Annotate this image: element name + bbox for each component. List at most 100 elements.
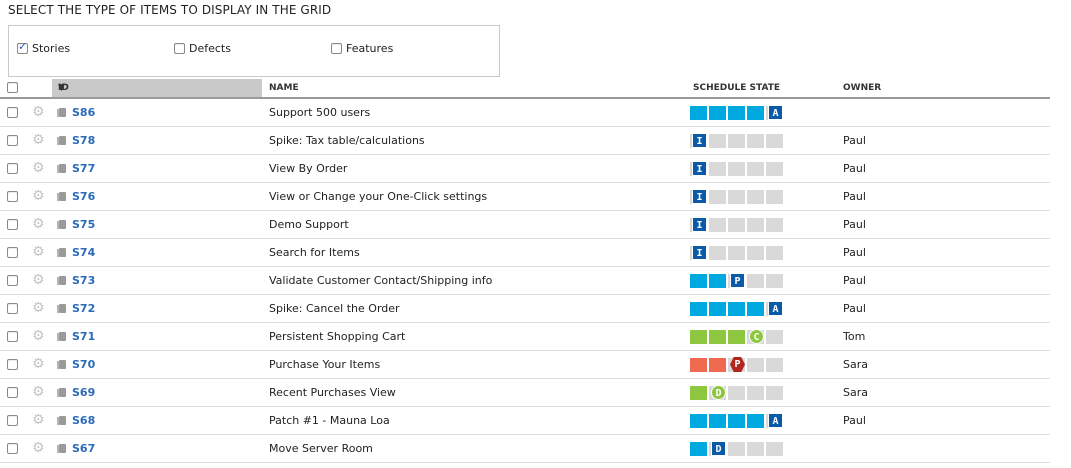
schedule-state-segment[interactable] (728, 330, 745, 344)
gear-icon[interactable]: ⚙ (32, 412, 45, 428)
row-checkbox[interactable] (7, 163, 18, 174)
table-row[interactable]: ⚙ S69 Recent Purchases View D Sara (0, 379, 1050, 407)
schedule-state-segment[interactable] (747, 106, 764, 120)
table-row[interactable]: ⚙ S76 View or Change your One-Click settin… (0, 183, 1050, 211)
schedule-state-segment[interactable] (728, 442, 745, 456)
gear-icon[interactable]: ⚙ (32, 188, 45, 204)
schedule-state-segment[interactable] (690, 358, 707, 372)
schedule-state-segment[interactable] (690, 442, 707, 456)
gear-icon[interactable]: ⚙ (32, 104, 45, 120)
story-id-link[interactable]: S78 (72, 134, 95, 147)
schedule-state-bar[interactable]: D (690, 441, 786, 456)
schedule-state-bar[interactable]: I (690, 133, 786, 148)
schedule-state-segment[interactable] (728, 218, 745, 232)
schedule-state-segment[interactable] (709, 106, 726, 120)
schedule-state-segment[interactable] (709, 330, 726, 344)
schedule-state-segment[interactable] (728, 106, 745, 120)
gear-icon[interactable]: ⚙ (32, 216, 45, 232)
schedule-state-segment[interactable] (747, 190, 764, 204)
gear-icon[interactable]: ⚙ (32, 132, 45, 148)
sort-desc-icon[interactable]: ▼ (58, 83, 258, 93)
schedule-state-segment[interactable] (709, 246, 726, 260)
schedule-state-bar[interactable]: P (690, 273, 786, 288)
schedule-state-segment[interactable] (747, 358, 764, 372)
row-checkbox[interactable] (7, 247, 18, 258)
schedule-state-segment[interactable] (766, 190, 783, 204)
schedule-state-segment[interactable] (709, 190, 726, 204)
schedule-state-bar[interactable]: I (690, 245, 786, 260)
schedule-state-segment[interactable] (747, 134, 764, 148)
story-id-link[interactable]: S67 (72, 442, 95, 455)
story-id-link[interactable]: S69 (72, 386, 95, 399)
table-row[interactable]: ⚙ S77 View By Order I Paul (0, 155, 1050, 183)
schedule-state-bar[interactable]: C (690, 329, 786, 344)
story-id-link[interactable]: S70 (72, 358, 95, 371)
row-checkbox[interactable] (7, 303, 18, 314)
schedule-state-segment[interactable] (690, 386, 707, 400)
row-checkbox[interactable] (7, 443, 18, 454)
schedule-state-segment[interactable] (709, 162, 726, 176)
row-checkbox[interactable] (7, 415, 18, 426)
column-header-id[interactable]: ID ▼ (52, 79, 262, 97)
row-checkbox[interactable] (7, 387, 18, 398)
schedule-state-segment[interactable] (690, 302, 707, 316)
row-checkbox[interactable] (7, 107, 18, 118)
stories-checkbox[interactable] (17, 40, 28, 54)
defects-checkbox[interactable] (174, 43, 185, 54)
features-checkbox[interactable] (331, 43, 342, 54)
column-header-schedule-state[interactable]: SCHEDULE STATE (693, 83, 780, 93)
schedule-state-segment[interactable] (766, 246, 783, 260)
schedule-state-segment[interactable] (690, 274, 707, 288)
schedule-state-segment[interactable] (766, 442, 783, 456)
schedule-state-segment[interactable] (766, 218, 783, 232)
story-id-link[interactable]: S76 (72, 190, 95, 203)
table-row[interactable]: ⚙ S68 Patch #1 - Mauna Loa A Paul (0, 407, 1050, 435)
row-checkbox[interactable] (7, 191, 18, 202)
schedule-state-segment[interactable] (728, 134, 745, 148)
type-option-stories[interactable]: Stories (17, 40, 70, 55)
story-id-link[interactable]: S73 (72, 274, 95, 287)
gear-icon[interactable]: ⚙ (32, 384, 45, 400)
schedule-state-segment[interactable] (747, 386, 764, 400)
schedule-state-segment[interactable] (747, 246, 764, 260)
schedule-state-bar[interactable]: A (690, 301, 786, 316)
schedule-state-segment[interactable] (709, 358, 726, 372)
gear-icon[interactable]: ⚙ (32, 440, 45, 456)
table-row[interactable]: ⚙ S86 Support 500 users A (0, 99, 1050, 127)
schedule-state-segment[interactable] (728, 414, 745, 428)
row-checkbox[interactable] (7, 275, 18, 286)
gear-icon[interactable]: ⚙ (32, 272, 45, 288)
schedule-state-segment[interactable] (690, 330, 707, 344)
schedule-state-segment[interactable] (709, 302, 726, 316)
story-id-link[interactable]: S71 (72, 330, 95, 343)
schedule-state-segment[interactable] (709, 134, 726, 148)
schedule-state-segment[interactable] (728, 162, 745, 176)
table-row[interactable]: ⚙ S75 Demo Support I Paul (0, 211, 1050, 239)
schedule-state-segment[interactable] (709, 414, 726, 428)
gear-icon[interactable]: ⚙ (32, 244, 45, 260)
schedule-state-segment[interactable] (728, 190, 745, 204)
table-row[interactable]: ⚙ S67 Move Server Room D (0, 435, 1050, 463)
schedule-state-segment[interactable] (709, 218, 726, 232)
row-checkbox[interactable] (7, 359, 18, 370)
row-checkbox[interactable] (7, 135, 18, 146)
schedule-state-bar[interactable]: I (690, 161, 786, 176)
schedule-state-segment[interactable] (728, 302, 745, 316)
table-row[interactable]: ⚙ S73 Validate Customer Contact/Shipping i… (0, 267, 1050, 295)
schedule-state-segment[interactable] (766, 274, 783, 288)
schedule-state-segment[interactable] (747, 162, 764, 176)
schedule-state-segment[interactable] (747, 414, 764, 428)
schedule-state-segment[interactable] (709, 274, 726, 288)
table-row[interactable]: ⚙ S78 Spike: Tax table/calculations I Paul (0, 127, 1050, 155)
story-id-link[interactable]: S72 (72, 302, 95, 315)
row-checkbox[interactable] (7, 219, 18, 230)
story-id-link[interactable]: S86 (72, 106, 95, 119)
schedule-state-segment[interactable] (747, 442, 764, 456)
column-header-name[interactable]: NAME (269, 83, 299, 93)
table-row[interactable]: ⚙ S70 Purchase Your Items P Sara (0, 351, 1050, 379)
schedule-state-segment[interactable] (747, 274, 764, 288)
column-header-owner[interactable]: OWNER (843, 83, 881, 93)
schedule-state-segment[interactable] (728, 386, 745, 400)
schedule-state-bar[interactable]: D (690, 385, 786, 400)
type-option-defects[interactable]: Defects (174, 42, 231, 55)
